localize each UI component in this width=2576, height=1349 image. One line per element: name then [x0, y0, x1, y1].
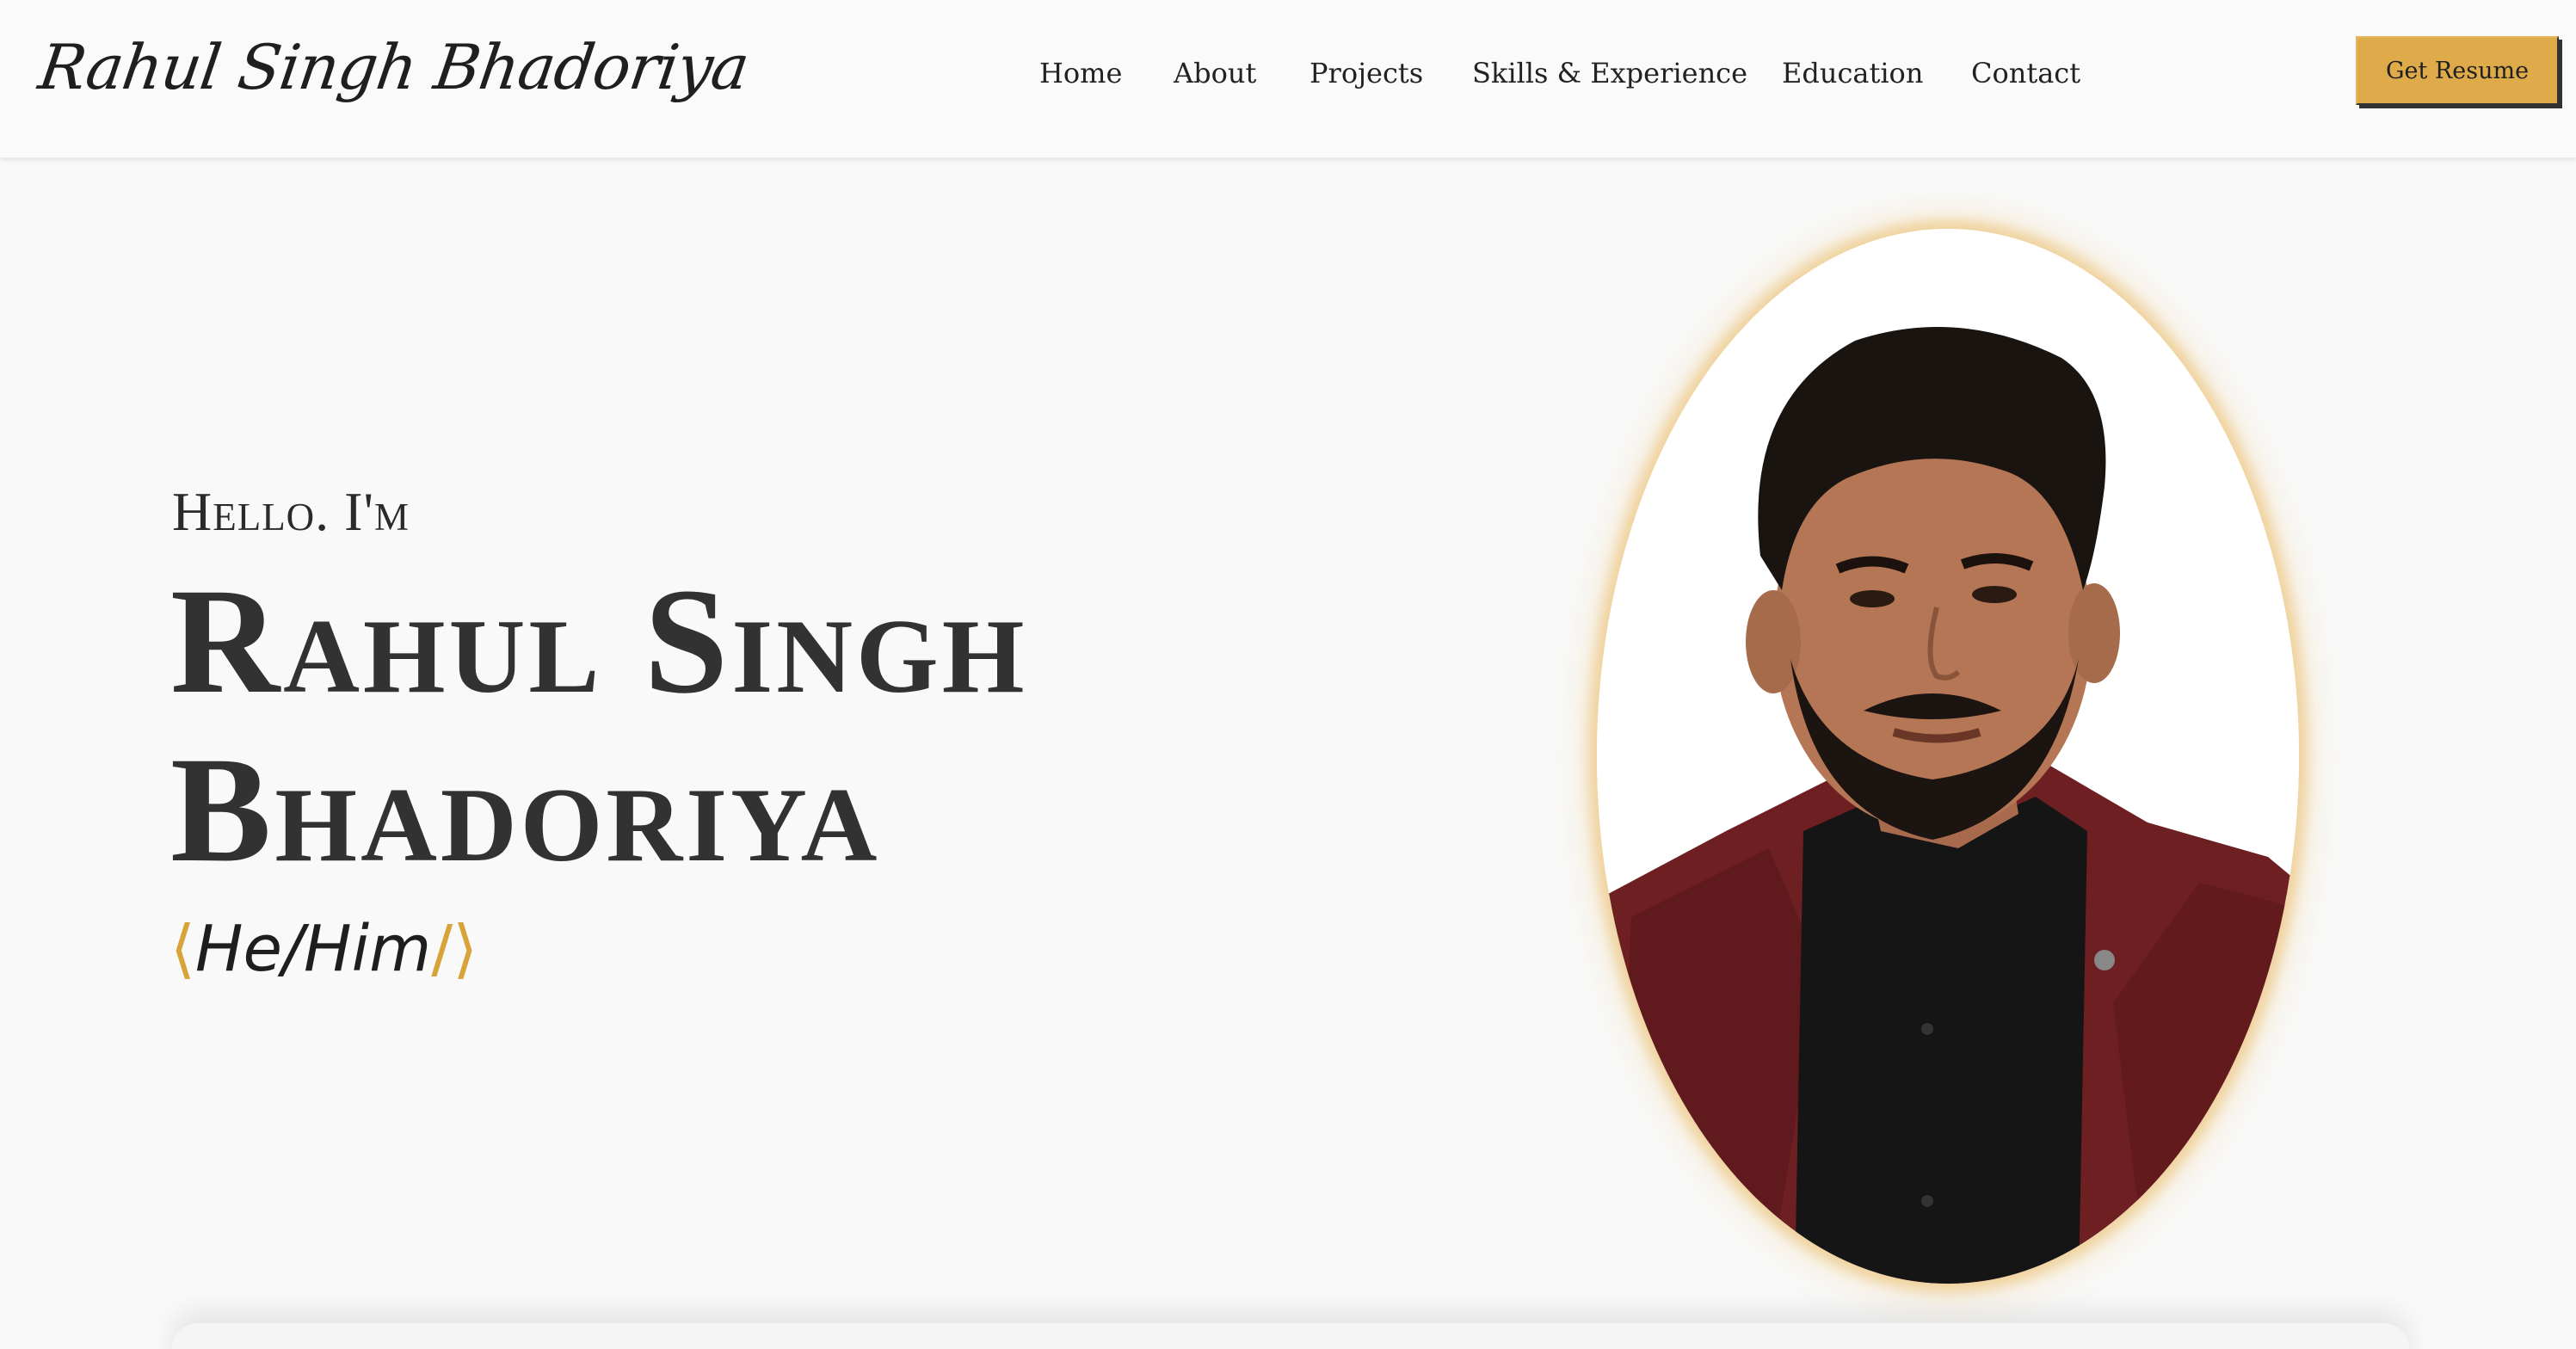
- pronoun-open-bracket: ⟨: [170, 912, 195, 986]
- pronoun-close-bracket: /⟩: [431, 912, 478, 986]
- nav-home[interactable]: Home: [1039, 57, 1122, 89]
- get-resume-button[interactable]: Get Resume: [2356, 36, 2559, 105]
- next-section-card: [172, 1323, 2409, 1349]
- page: Rahul Singh Bhadoriya Home About Project…: [0, 0, 2576, 1349]
- site-header: Rahul Singh Bhadoriya Home About Project…: [0, 0, 2576, 158]
- nav-about[interactable]: About: [1174, 57, 1256, 89]
- hero-name: Rahul Singh Bhadoriya: [170, 557, 1289, 895]
- hero-name-line2: Bhadoriya: [170, 726, 881, 894]
- pronoun-tag: ⟨He/Him/⟩: [170, 912, 478, 986]
- nav-projects[interactable]: Projects: [1310, 57, 1423, 89]
- hero-greeting: Hello. I'm: [172, 481, 410, 542]
- hero-name-line1: Rahul Singh: [170, 557, 1028, 725]
- nav-education[interactable]: Education: [1782, 57, 1923, 89]
- main-nav: Home About Projects Skills & Experience …: [0, 57, 2576, 100]
- nav-skills-experience[interactable]: Skills & Experience: [1472, 57, 1747, 89]
- profile-photo: [1597, 229, 2299, 1284]
- pronoun-text: He/Him: [194, 912, 432, 986]
- nav-contact[interactable]: Contact: [1971, 57, 2080, 89]
- profile-photo-illustration: [1597, 229, 2299, 1284]
